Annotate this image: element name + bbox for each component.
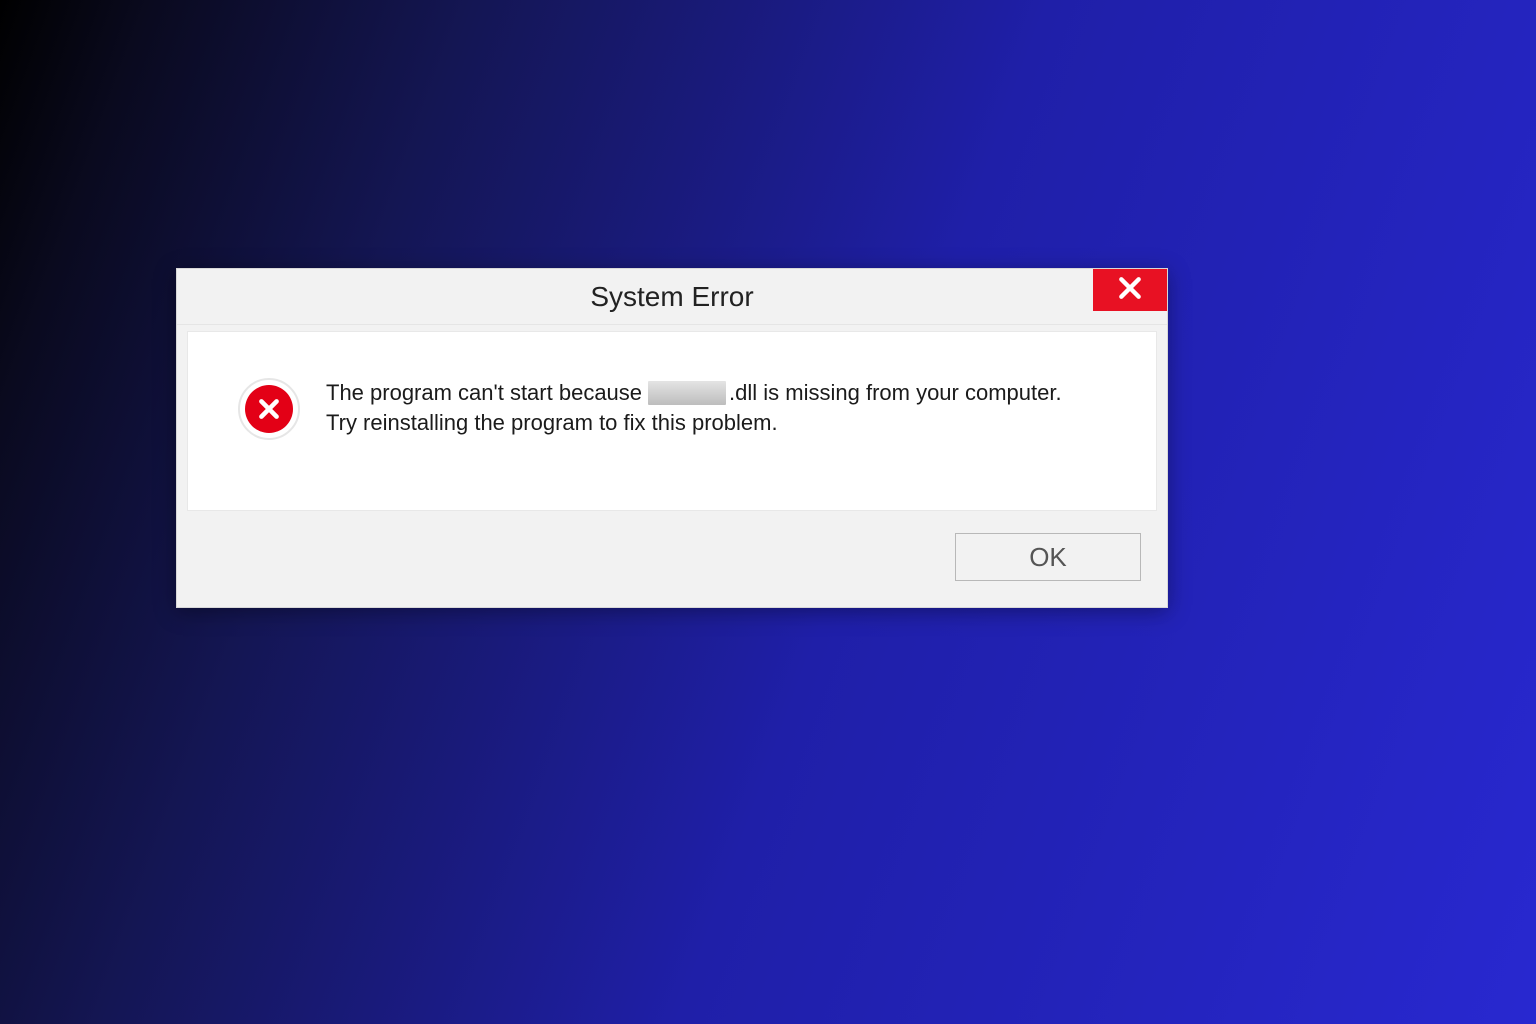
dialog-button-row: OK	[177, 511, 1167, 607]
close-icon	[1117, 275, 1143, 306]
message-line-2: Try reinstalling the program to fix this…	[326, 408, 778, 438]
ok-button[interactable]: OK	[955, 533, 1141, 581]
dialog-title: System Error	[590, 281, 753, 313]
message-part-2: .dll is missing from your computer.	[729, 378, 1062, 408]
error-message: The program can't start because .dll is …	[326, 378, 1126, 437]
message-part-1: The program can't start because	[326, 378, 642, 408]
close-button[interactable]	[1093, 269, 1167, 311]
error-icon-circle	[238, 378, 300, 440]
error-icon	[245, 385, 293, 433]
dialog-titlebar: System Error	[177, 269, 1167, 325]
error-dialog: System Error The program can't start bec…	[176, 268, 1168, 608]
dialog-body: The program can't start because .dll is …	[187, 331, 1157, 511]
redacted-dll-name	[648, 381, 726, 405]
